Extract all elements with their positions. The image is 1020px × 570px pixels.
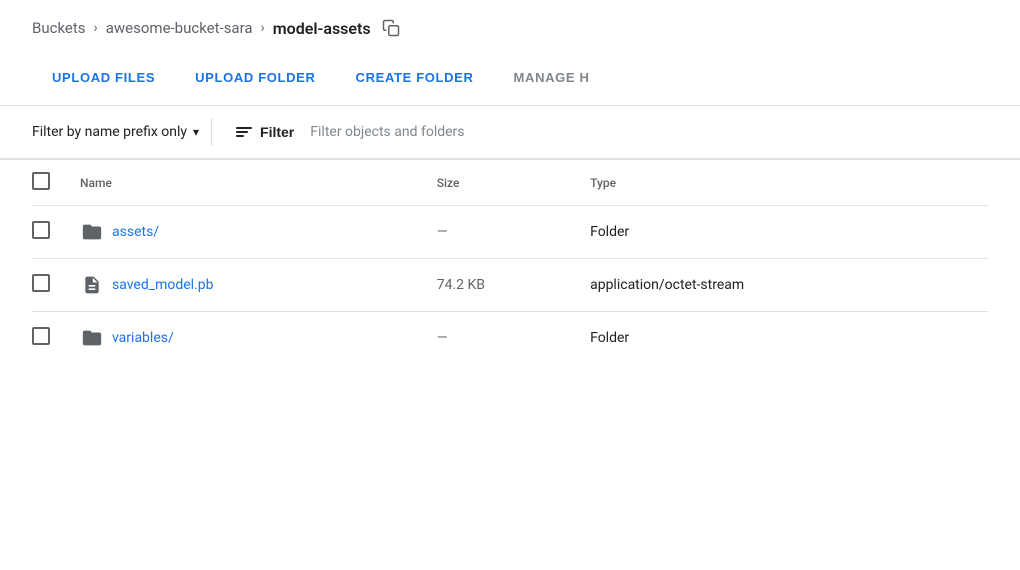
row-type-cell: application/octet-stream: [582, 259, 988, 312]
row-size-cell: 74.2 KB: [429, 259, 582, 312]
size-header: Size: [429, 160, 582, 206]
filter-prefix-chevron-icon: ▾: [193, 125, 199, 139]
breadcrumb-buckets[interactable]: Buckets: [32, 19, 86, 37]
filter-bar: Filter by name prefix only ▾ Filter Filt…: [0, 106, 1020, 160]
row-checkbox[interactable]: [32, 274, 50, 292]
manage-h-button[interactable]: MANAGE H: [494, 58, 610, 97]
toolbar: UPLOAD FILES UPLOAD FOLDER CREATE FOLDER…: [0, 50, 1020, 106]
row-size-cell: —: [429, 312, 582, 365]
row-name-link[interactable]: assets/: [112, 224, 159, 240]
row-type-cell: Folder: [582, 312, 988, 365]
row-checkbox[interactable]: [32, 327, 50, 345]
row-type-cell: Folder: [582, 206, 988, 259]
row-name-cell: variables/: [72, 312, 429, 365]
breadcrumb: Buckets › awesome-bucket-sara › model-as…: [0, 0, 1020, 50]
row-name-cell: saved_model.pb: [72, 259, 429, 312]
row-checkbox-cell: [32, 312, 72, 365]
row-checkbox-cell: [32, 206, 72, 259]
upload-files-button[interactable]: UPLOAD FILES: [32, 58, 175, 97]
type-header: Type: [582, 160, 988, 206]
table-row: assets/ —Folder: [32, 206, 988, 259]
filter-prefix-label: Filter by name prefix only: [32, 124, 187, 140]
row-checkbox[interactable]: [32, 221, 50, 239]
create-folder-button[interactable]: CREATE FOLDER: [336, 58, 494, 97]
row-name-link[interactable]: saved_model.pb: [112, 277, 213, 293]
breadcrumb-current: model-assets: [273, 19, 371, 38]
row-checkbox-cell: [32, 259, 72, 312]
copy-path-icon[interactable]: [381, 18, 401, 38]
table-row: saved_model.pb 74.2 KBapplication/octet-s…: [32, 259, 988, 312]
table-header-row: Name Size Type: [32, 160, 988, 206]
file-table: Name Size Type assets/ —Folder saved_mode…: [32, 160, 988, 364]
breadcrumb-chevron-1: ›: [94, 20, 98, 36]
table-row: variables/ —Folder: [32, 312, 988, 365]
row-size-cell: —: [429, 206, 582, 259]
folder-icon: [80, 220, 104, 244]
select-all-checkbox[interactable]: [32, 172, 50, 190]
filter-lines-icon: [236, 127, 252, 137]
folder-icon: [80, 326, 104, 350]
breadcrumb-chevron-2: ›: [261, 20, 265, 36]
row-name-link[interactable]: variables/: [112, 330, 174, 346]
name-header: Name: [72, 160, 429, 206]
filter-button[interactable]: Filter: [228, 118, 302, 146]
upload-folder-button[interactable]: UPLOAD FOLDER: [175, 58, 335, 97]
check-header[interactable]: [32, 160, 72, 206]
filter-objects-placeholder[interactable]: Filter objects and folders: [310, 124, 464, 140]
file-table-wrapper: Name Size Type assets/ —Folder saved_mode…: [0, 160, 1020, 364]
breadcrumb-bucket-name[interactable]: awesome-bucket-sara: [106, 19, 253, 37]
row-name-cell: assets/: [72, 206, 429, 259]
filter-prefix-dropdown[interactable]: Filter by name prefix only ▾: [32, 118, 212, 146]
filter-button-label: Filter: [260, 124, 294, 140]
file-icon: [80, 273, 104, 297]
